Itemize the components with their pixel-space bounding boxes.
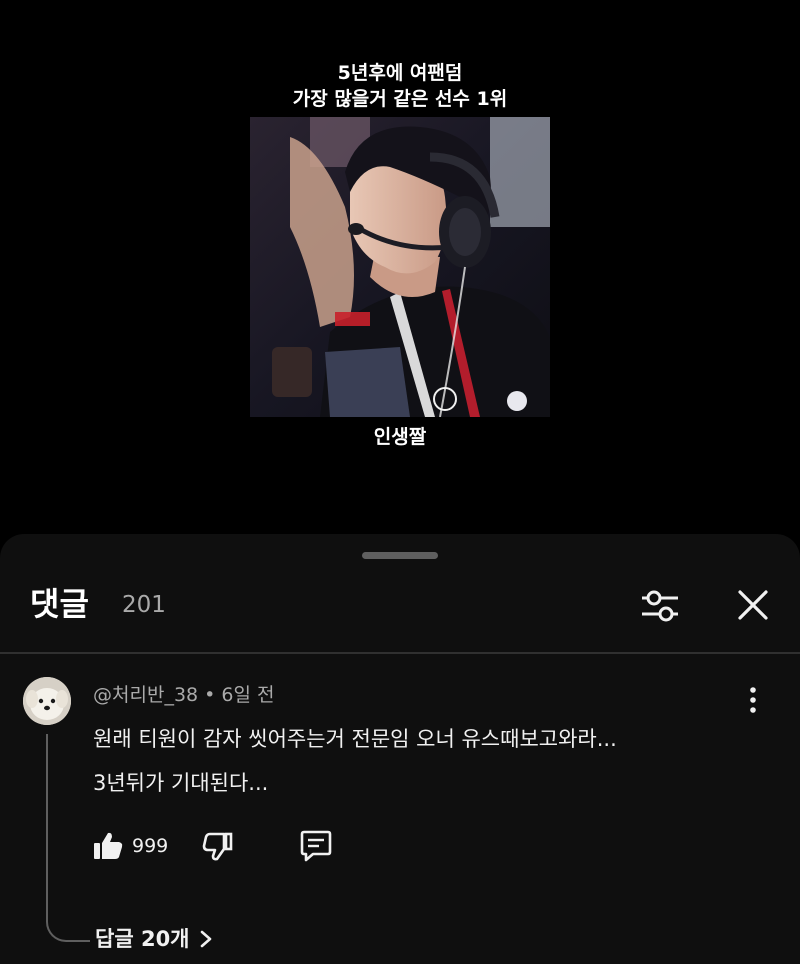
more-button[interactable] <box>740 682 766 718</box>
like-button[interactable] <box>90 828 126 864</box>
comments-sheet: 댓글 201 @처리반_38 • 6일 전 원래 티원이 감자 씻어주는거 전문… <box>0 534 800 964</box>
view-replies-link[interactable]: 답글 20개 <box>95 922 214 956</box>
close-button[interactable] <box>730 584 776 628</box>
avatar[interactable] <box>23 677 71 725</box>
thread-line <box>46 734 90 942</box>
comments-count: 201 <box>122 592 166 618</box>
replies-label: 답글 20개 <box>95 927 190 951</box>
comment-meta[interactable]: @처리반_38 • 6일 전 <box>93 681 275 709</box>
video-caption-line2: 가장 많을거 같은 선수 1위 <box>292 88 508 110</box>
close-icon <box>738 590 768 620</box>
thumb-down-icon <box>202 832 233 861</box>
dog-avatar-icon <box>23 677 71 725</box>
comments-title: 댓글 <box>30 585 89 623</box>
reply-button[interactable] <box>297 828 335 864</box>
header-divider <box>0 652 800 654</box>
video-caption-line1: 5년후에 여팬덤 <box>337 62 463 84</box>
video-caption-bottom: 인생짤 <box>373 426 427 448</box>
player-photo <box>250 117 550 417</box>
drag-handle[interactable] <box>362 552 438 559</box>
like-count: 999 <box>132 835 169 857</box>
dislike-button[interactable] <box>200 828 236 864</box>
comment-text-line2: 3년뒤가 기대된다... <box>93 771 269 795</box>
thumb-up-icon <box>94 832 123 859</box>
chevron-right-icon <box>200 930 211 948</box>
comment-icon <box>300 830 332 862</box>
sliders-icon <box>642 590 678 622</box>
video-area[interactable]: 5년후에 여팬덤 가장 많을거 같은 선수 1위 인생짤 <box>0 0 800 534</box>
more-vert-icon <box>750 687 756 713</box>
comment-text-line1: 원래 티원이 감자 씻어주는거 전문임 오너 유스때보고와라... <box>93 727 617 751</box>
filter-button[interactable] <box>636 584 684 628</box>
